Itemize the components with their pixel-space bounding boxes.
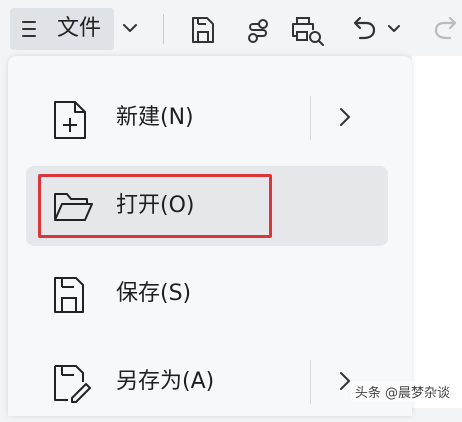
menu-item-save-as[interactable]: 另存为(A) — [26, 342, 388, 422]
menu-item-new[interactable]: 新建(N) — [26, 78, 388, 158]
file-menu-button[interactable]: 文件 — [10, 8, 114, 50]
format-painter-icon[interactable] — [245, 16, 273, 44]
highlight-box — [38, 174, 272, 238]
watermark: 头条 @晨梦杂谈 — [350, 381, 454, 402]
print-preview-icon[interactable] — [290, 16, 326, 46]
menu-item-new-label: 新建(N) — [116, 105, 194, 130]
submenu-divider — [310, 96, 311, 140]
redo-icon[interactable] — [432, 15, 460, 43]
new-file-icon — [54, 101, 86, 139]
submenu-divider — [310, 360, 311, 404]
toolbar-divider — [163, 14, 164, 44]
undo-icon[interactable] — [350, 15, 378, 43]
menu-item-save-as-label: 另存为(A) — [116, 369, 215, 394]
menu-item-save[interactable]: 保存(S) — [26, 254, 388, 334]
chevron-right-icon[interactable] — [338, 106, 352, 128]
chevron-down-icon[interactable] — [122, 22, 138, 34]
save-icon[interactable] — [190, 16, 216, 44]
toolbar: 文件 — [0, 0, 462, 56]
file-menu-label: 文件 — [57, 16, 102, 41]
save-as-icon — [54, 365, 91, 403]
undo-dropdown-icon[interactable] — [388, 24, 400, 34]
document-area — [412, 56, 462, 408]
chevron-right-icon[interactable] — [338, 370, 352, 392]
menu-item-save-label: 保存(S) — [116, 281, 192, 306]
save-icon — [54, 277, 84, 313]
hamburger-icon — [22, 21, 36, 37]
